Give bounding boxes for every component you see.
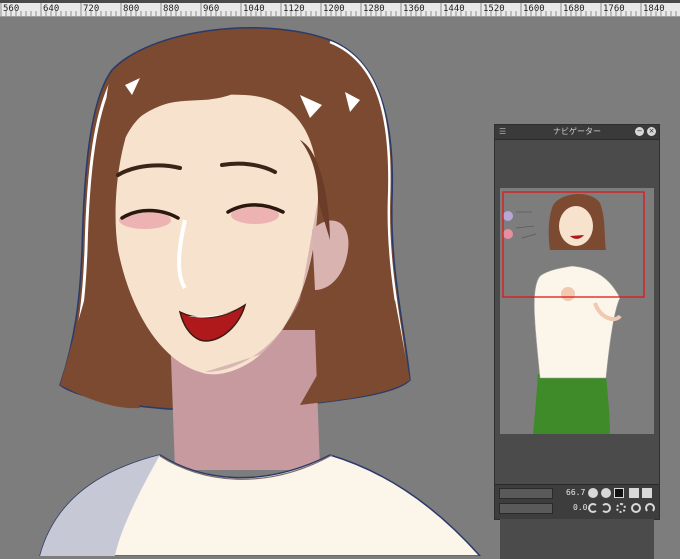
preview-hand bbox=[561, 287, 575, 301]
fit-icon[interactable] bbox=[614, 488, 624, 498]
minimize-icon[interactable]: − bbox=[635, 127, 644, 136]
ruler-label: 1200 bbox=[323, 4, 345, 14]
ruler-label: 1680 bbox=[563, 4, 585, 14]
preview-face bbox=[559, 206, 593, 246]
rotation-slider[interactable] bbox=[499, 503, 553, 514]
rotate-left-icon[interactable] bbox=[588, 503, 598, 513]
view-reset-icon[interactable] bbox=[631, 503, 641, 513]
top-ruler[interactable]: 560 640 720 800 880 960 1040 1120 1200 1280 1360 14… bbox=[0, 0, 680, 17]
preview-shirt bbox=[533, 265, 621, 379]
ruler-label: 1440 bbox=[443, 4, 465, 14]
preview-skirt bbox=[533, 374, 610, 434]
preview-swatch-pink bbox=[503, 229, 513, 239]
ruler-label: 960 bbox=[203, 4, 219, 14]
rotation-value[interactable]: 0.0 bbox=[573, 503, 587, 512]
ruler-label: 880 bbox=[163, 4, 179, 14]
ruler-label: 1600 bbox=[523, 4, 545, 14]
ruler-label: 640 bbox=[43, 4, 59, 14]
ruler-label: 1040 bbox=[243, 4, 265, 14]
ruler-label: 560 bbox=[3, 4, 19, 14]
rotate-right-icon[interactable] bbox=[601, 503, 611, 513]
zoom-out-icon[interactable] bbox=[588, 488, 598, 498]
navigator-panel[interactable]: ☰ ナビゲーター − × 66.7 0.0 bbox=[494, 124, 660, 559]
zoom-in-icon[interactable] bbox=[601, 488, 611, 498]
navigator-titlebar[interactable]: ☰ ナビゲーター − × bbox=[495, 125, 659, 140]
ruler-ticks: 560 640 720 800 880 960 1040 1120 1200 1280 1360 14… bbox=[0, 3, 677, 16]
ruler-label: 1520 bbox=[483, 4, 505, 14]
ruler-label: 720 bbox=[83, 4, 99, 14]
ruler-label: 1840 bbox=[643, 4, 665, 14]
ruler-label: 1280 bbox=[363, 4, 385, 14]
flip-h-icon[interactable] bbox=[629, 488, 639, 498]
ruler-label: 1760 bbox=[603, 4, 625, 14]
preview-swatch-purple bbox=[503, 211, 513, 221]
ruler-label: 1120 bbox=[283, 4, 305, 14]
ruler-label: 800 bbox=[123, 4, 139, 14]
close-icon[interactable]: × bbox=[647, 127, 656, 136]
ruler-label: 1360 bbox=[403, 4, 425, 14]
zoom-value[interactable]: 66.7 bbox=[566, 488, 585, 497]
navigator-toolbar: 66.7 0.0 bbox=[495, 484, 659, 519]
zoom-slider[interactable] bbox=[499, 488, 553, 499]
rotate-reset-icon[interactable] bbox=[616, 503, 626, 513]
mirror-icon[interactable] bbox=[645, 503, 655, 513]
flip-v-icon[interactable] bbox=[642, 488, 652, 498]
